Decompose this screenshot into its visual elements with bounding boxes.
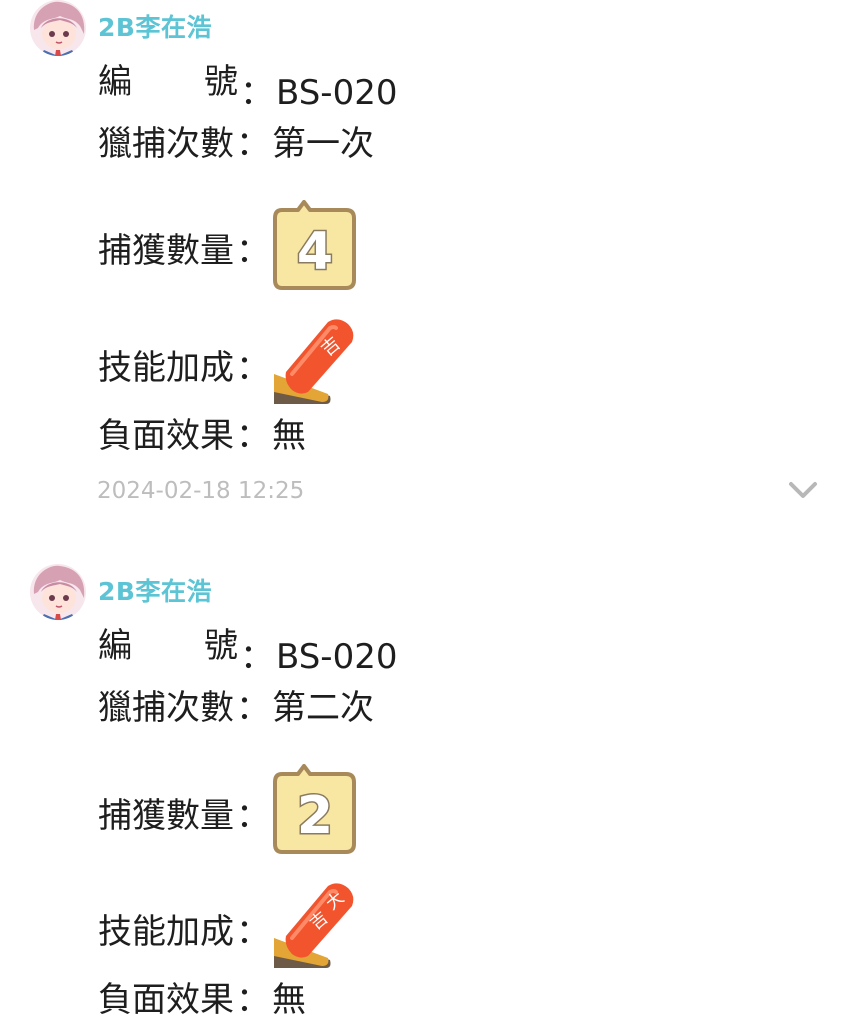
catch-count-row: 捕獲數量： — [98, 794, 272, 838]
catch-count-label: 捕獲數量 — [98, 231, 234, 271]
colon: ： — [236, 912, 270, 952]
hunt-count-row: 獵捕次數：第二次 — [98, 686, 374, 730]
skill-bonus-row: 技能加成： — [98, 910, 272, 954]
hunt-count-row: 獵捕次數：第一次 — [98, 122, 374, 166]
colon: ： — [236, 348, 270, 388]
badge-number: 4 — [297, 222, 333, 282]
username[interactable]: 2B李在浩 — [98, 574, 212, 610]
id-label: 編 號 — [98, 62, 238, 102]
timestamp: 2024-02-18 12:25 — [97, 478, 305, 504]
catch-count-label: 捕獲數量 — [98, 796, 234, 836]
badge-number: 2 — [297, 786, 333, 846]
negative-effect-label: 負面效果 — [98, 416, 234, 456]
colon: ： — [236, 796, 270, 836]
avatar[interactable] — [30, 564, 86, 620]
id-value: BS-020 — [276, 73, 398, 113]
hunt-count-label: 獵捕次數 — [98, 124, 234, 164]
negative-effect-label: 負面效果 — [98, 980, 234, 1020]
colon: ： — [240, 637, 274, 677]
skill-bonus-label: 技能加成 — [98, 348, 234, 388]
negative-effect-row: 負面效果：無 — [98, 414, 306, 458]
id-label: 編 號 — [98, 626, 238, 666]
omikuji-daikichi-icon: 大 吉 — [274, 883, 354, 968]
omikuji-kichi-icon: 吉 — [274, 319, 354, 404]
negative-effect-row: 負面效果：無 — [98, 978, 306, 1022]
hunt-count-value: 第二次 — [272, 688, 374, 728]
id-row: 編 號 ：BS-020 — [98, 60, 397, 115]
negative-effect-value: 無 — [272, 416, 306, 456]
colon: ： — [236, 416, 270, 456]
number-badge-icon: 4 — [273, 200, 356, 290]
hunt-count-value: 第一次 — [272, 124, 374, 164]
number-badge-icon: 2 — [273, 764, 356, 854]
chevron-down-icon[interactable] — [786, 476, 820, 504]
colon: ： — [236, 980, 270, 1020]
colon: ： — [240, 73, 274, 113]
skill-bonus-label: 技能加成 — [98, 912, 234, 952]
colon: ： — [236, 124, 270, 164]
colon: ： — [236, 688, 270, 728]
skill-bonus-row: 技能加成： — [98, 346, 272, 390]
username[interactable]: 2B李在浩 — [98, 10, 212, 46]
avatar[interactable] — [30, 0, 86, 56]
id-row: 編 號 ：BS-020 — [98, 624, 397, 679]
negative-effect-value: 無 — [272, 980, 306, 1020]
colon: ： — [236, 231, 270, 271]
id-value: BS-020 — [276, 637, 398, 677]
catch-count-row: 捕獲數量： — [98, 229, 272, 273]
hunt-count-label: 獵捕次數 — [98, 688, 234, 728]
